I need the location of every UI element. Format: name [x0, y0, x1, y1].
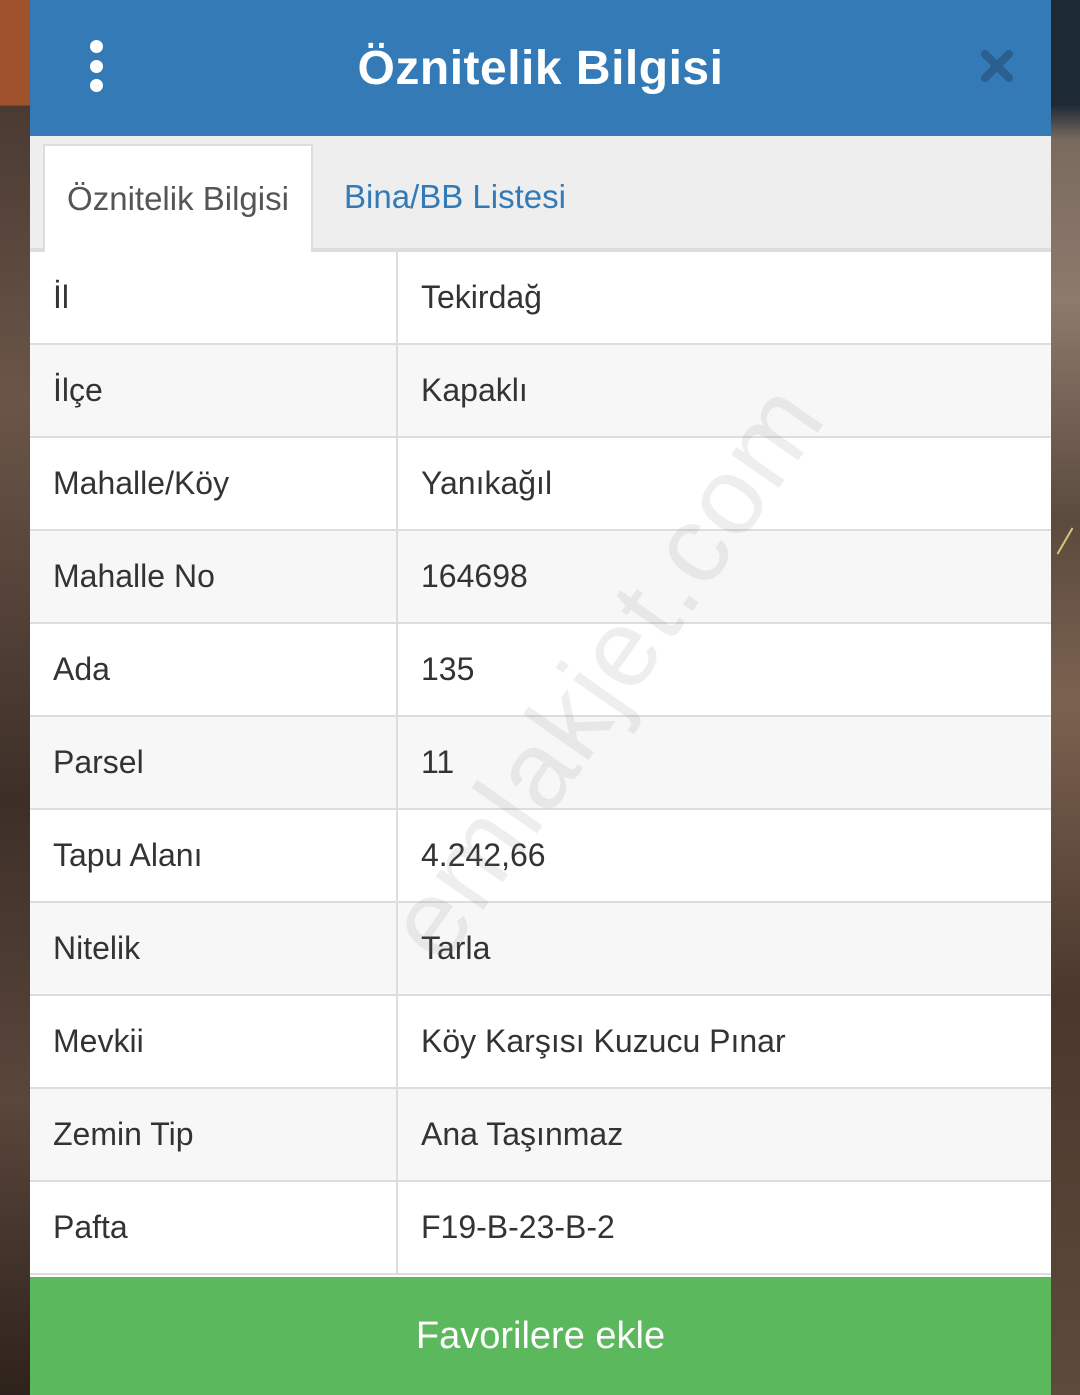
close-icon[interactable] [979, 48, 1015, 84]
dialog-title: Öznitelik Bilgisi [357, 41, 724, 95]
attr-value: Köy Karşısı Kuzucu Pınar [396, 994, 1051, 1089]
map-background-right [1050, 0, 1080, 1395]
table-row: Parsel 11 [30, 715, 1051, 810]
table-row: Mahalle No 164698 [30, 529, 1051, 624]
attr-value: Tarla [396, 901, 1051, 996]
attr-value: Yanıkağıl [396, 436, 1051, 531]
attr-value: 11 [396, 715, 1051, 810]
table-row: Mevkii Köy Karşısı Kuzucu Pınar [30, 994, 1051, 1089]
dialog-header: Öznitelik Bilgisi [30, 0, 1051, 136]
add-to-favorites-button[interactable]: Favorilere ekle [30, 1277, 1051, 1395]
attr-value: Tekirdağ [396, 250, 1051, 345]
table-row: İl Tekirdağ [30, 250, 1051, 345]
table-row: Ada 135 [30, 622, 1051, 717]
attr-key: Parsel [30, 715, 398, 810]
attr-value: Kapaklı [396, 343, 1051, 438]
attr-key: Nitelik [30, 901, 398, 996]
attribute-dialog: Öznitelik Bilgisi Öznitelik Bilgisi Bina… [30, 0, 1051, 1395]
tab-attribute-info[interactable]: Öznitelik Bilgisi [43, 144, 313, 252]
kebab-menu-icon[interactable] [80, 40, 112, 92]
table-row: Mahalle/Köy Yanıkağıl [30, 436, 1051, 531]
attr-value: 164698 [396, 529, 1051, 624]
attr-value: Ana Taşınmaz [396, 1087, 1051, 1182]
attr-value: 135 [396, 622, 1051, 717]
attr-key: Tapu Alanı [30, 808, 398, 903]
attr-key: İl [30, 250, 398, 345]
tab-bar: Öznitelik Bilgisi Bina/BB Listesi [30, 136, 1051, 252]
table-row: Zemin Tip Ana Taşınmaz [30, 1087, 1051, 1182]
map-background-left [0, 0, 30, 1395]
attr-key: Pafta [30, 1180, 398, 1275]
attr-key: Ada [30, 622, 398, 717]
table-row: İlçe Kapaklı [30, 343, 1051, 438]
table-row: Pafta F19-B-23-B-2 [30, 1180, 1051, 1275]
attr-key: İlçe [30, 343, 398, 438]
attr-key: Mevkii [30, 994, 398, 1089]
tab-building-list[interactable]: Bina/BB Listesi [344, 144, 566, 250]
attr-key: Mahalle/Köy [30, 436, 398, 531]
attr-key: Mahalle No [30, 529, 398, 624]
attr-value: 4.242,66 [396, 808, 1051, 903]
attribute-table: İl Tekirdağ İlçe Kapaklı Mahalle/Köy Yanıka… [30, 250, 1051, 1275]
attr-key: Zemin Tip [30, 1087, 398, 1182]
attr-value: F19-B-23-B-2 [396, 1180, 1051, 1275]
table-row: Nitelik Tarla [30, 901, 1051, 996]
table-row: Tapu Alanı 4.242,66 [30, 808, 1051, 903]
